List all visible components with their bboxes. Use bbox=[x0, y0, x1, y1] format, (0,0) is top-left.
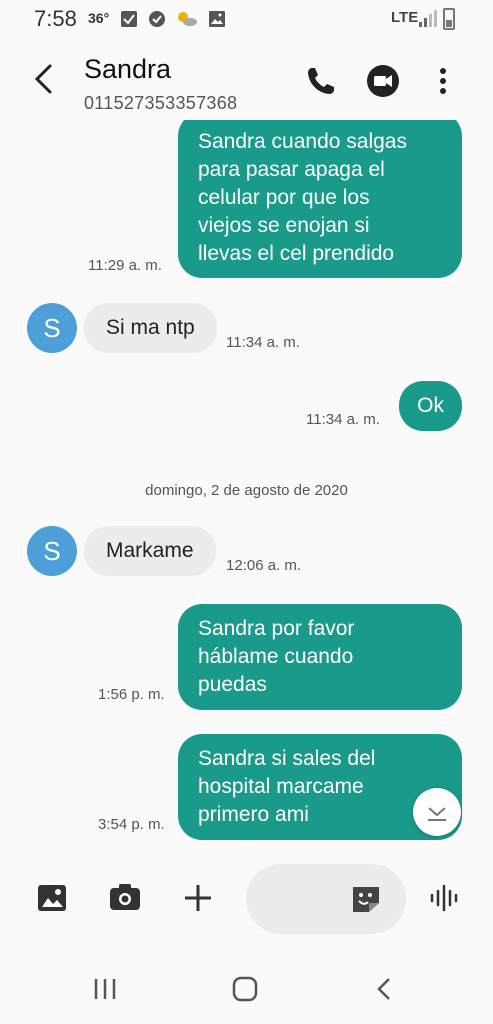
message-timestamp: 3:54 p. m. bbox=[98, 816, 165, 833]
message-thread[interactable]: Sandra cuando salgas para pasar apaga el… bbox=[0, 120, 493, 840]
avatar[interactable]: S bbox=[27, 303, 77, 353]
phone-icon[interactable] bbox=[304, 64, 338, 98]
message-input[interactable] bbox=[246, 864, 406, 934]
message-timestamp: 11:29 a. m. bbox=[88, 257, 162, 274]
message-text-line: celular por que los bbox=[198, 186, 370, 209]
contact-number: 011527353357368 bbox=[84, 93, 238, 113]
message-text-line: viejos se enojan si bbox=[198, 214, 370, 237]
chevron-down-icon bbox=[428, 807, 446, 821]
message-text-line: Sandra por favor bbox=[198, 617, 355, 640]
message-text-line: llevas el cel prendido bbox=[198, 242, 395, 265]
sent-message-bubble[interactable]: Sandra por favor háblame cuando puedas bbox=[178, 604, 462, 710]
message-text-line: Sandra si sales del bbox=[198, 747, 376, 770]
message-text-line: Sandra cuando salgas bbox=[198, 130, 407, 153]
message-timestamp: 11:34 a. m. bbox=[226, 334, 300, 351]
check-circle-icon bbox=[149, 11, 165, 27]
video-call-icon[interactable] bbox=[366, 64, 400, 98]
weather-icon bbox=[178, 12, 197, 26]
signal-icon bbox=[419, 10, 437, 27]
checkbox-notification-icon bbox=[121, 11, 137, 27]
more-vert-icon[interactable] bbox=[426, 64, 460, 98]
received-message-bubble[interactable]: Markame bbox=[84, 526, 216, 576]
message-text-line: puedas bbox=[198, 673, 267, 696]
message-text-line: para pasar apaga el bbox=[198, 158, 385, 181]
status-time: 7:58 bbox=[34, 6, 77, 31]
recents-icon[interactable] bbox=[90, 974, 120, 1004]
battery-icon bbox=[443, 8, 455, 30]
plus-icon[interactable] bbox=[182, 882, 214, 914]
sticker-icon[interactable] bbox=[350, 884, 382, 914]
avatar[interactable]: S bbox=[27, 526, 77, 576]
conversation-header: Sandra 011527353357368 bbox=[0, 44, 493, 120]
home-icon[interactable] bbox=[230, 974, 260, 1004]
navigation-bar bbox=[0, 958, 493, 1024]
contact-name[interactable]: Sandra bbox=[84, 54, 171, 85]
message-timestamp: 1:56 p. m. bbox=[98, 686, 165, 703]
status-bar: 7:58 36° LTE bbox=[0, 0, 493, 38]
image-icon bbox=[209, 11, 225, 27]
message-timestamp: 12:06 a. m. bbox=[226, 557, 302, 574]
back-icon[interactable] bbox=[370, 974, 400, 1004]
status-temperature: 36° bbox=[88, 10, 110, 26]
sent-message-bubble[interactable]: Ok bbox=[399, 381, 462, 431]
gallery-icon[interactable] bbox=[36, 882, 68, 914]
voice-icon[interactable] bbox=[428, 882, 460, 914]
message-text-line: primero ami bbox=[198, 803, 309, 826]
received-message-bubble[interactable]: Si ma ntp bbox=[84, 303, 217, 353]
message-timestamp: 11:34 a. m. bbox=[306, 411, 380, 428]
network-type: LTE bbox=[391, 9, 419, 26]
message-text: Markame bbox=[106, 539, 194, 562]
message-composer bbox=[0, 860, 493, 940]
camera-icon[interactable] bbox=[108, 882, 142, 914]
scroll-to-bottom-button[interactable] bbox=[413, 788, 461, 836]
back-arrow-icon[interactable] bbox=[28, 62, 62, 96]
date-separator: domingo, 2 de agosto de 2020 bbox=[145, 482, 348, 499]
message-text-line: Ok bbox=[417, 394, 444, 417]
message-text: Si ma ntp bbox=[106, 316, 195, 339]
message-text-line: háblame cuando bbox=[198, 645, 354, 668]
message-text-line: hospital marcame bbox=[198, 775, 364, 798]
sent-message-bubble[interactable]: Sandra cuando salgas para pasar apaga el… bbox=[178, 120, 462, 278]
